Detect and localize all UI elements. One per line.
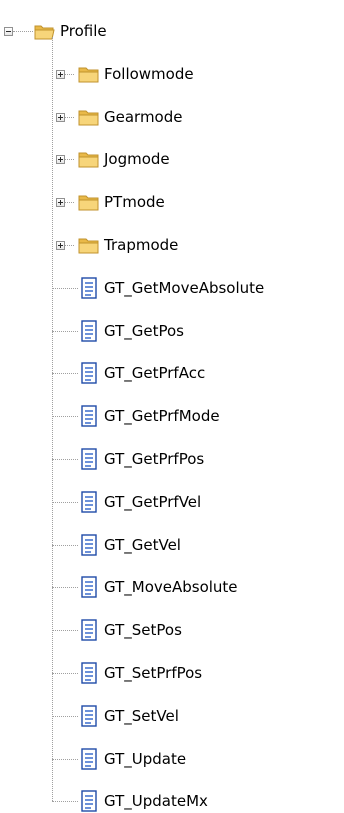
folder-icon — [78, 234, 100, 256]
tree-item-label: GT_GetPrfVel — [104, 492, 202, 511]
tree-item-label: Gearmode — [104, 107, 183, 126]
tree-item-label: GT_GetPrfPos — [104, 450, 205, 468]
tree-connector-line — [65, 159, 74, 161]
document-icon — [78, 319, 100, 342]
tree-connector-line — [65, 116, 74, 118]
tree-item-label: GT_SetPos — [104, 621, 182, 640]
document-icon — [78, 533, 100, 556]
document-icon — [78, 277, 100, 299]
expand-icon[interactable] — [56, 112, 65, 122]
tree-connector-line — [52, 37, 53, 802]
tree-item-folder[interactable]: Followmode — [78, 62, 194, 86]
tree-connector-line — [65, 202, 74, 204]
tree-connector-line — [52, 544, 78, 546]
document-icon — [78, 362, 100, 385]
document-icon — [78, 662, 100, 684]
tree-item-file[interactable]: GT_GetPrfVel — [78, 490, 201, 514]
tree-connector-line — [52, 287, 78, 289]
tree-item-file[interactable]: GT_GetPrfMode — [78, 404, 220, 428]
document-icon — [78, 619, 100, 641]
tree-connector-line — [52, 330, 78, 332]
tree-connector-line — [52, 501, 78, 503]
tree-connector-line — [52, 801, 78, 803]
tree-item-label: Trapmode — [104, 236, 179, 254]
tree-item-label: GT_MoveAbsolute — [104, 578, 238, 597]
tree-item-file[interactable]: GT_Update — [78, 747, 186, 771]
document-icon — [78, 491, 100, 513]
document-icon — [78, 747, 100, 770]
folder-icon — [78, 63, 100, 85]
tree-item-label: GT_GetVel — [104, 535, 181, 554]
tree-connector-line — [52, 673, 78, 674]
tree-item-file[interactable]: GT_SetPos — [78, 618, 182, 642]
tree-connector-line — [52, 416, 78, 418]
folder-icon — [78, 148, 100, 170]
tree-item-file[interactable]: GT_GetVel — [78, 533, 181, 557]
tree-item-file[interactable]: GT_SetVel — [78, 704, 179, 728]
tree-item-label: Jogmode — [104, 150, 170, 169]
tree-connector-line — [52, 459, 78, 460]
tree-connector-line — [65, 245, 74, 246]
tree-connector-line — [13, 31, 33, 32]
tree-item-folder[interactable]: Gearmode — [78, 105, 183, 129]
tree-item-label: GT_GetPrfAcc — [104, 364, 206, 383]
expand-icon[interactable] — [56, 155, 65, 165]
document-icon — [78, 576, 100, 599]
tree-item-folder[interactable]: PTmode — [78, 190, 165, 214]
tree-connector-line — [52, 758, 78, 760]
tree-connector-line — [52, 630, 78, 632]
expand-icon[interactable] — [56, 241, 65, 250]
document-icon — [78, 790, 100, 813]
tree-item-file[interactable]: GT_MoveAbsolute — [78, 575, 238, 599]
tree-item-file[interactable]: GT_UpdateMx — [78, 789, 208, 813]
tree-view: Profile Followmode Gearmode Jogmode PTmo… — [0, 0, 344, 813]
tree-item-folder[interactable]: Jogmode — [78, 147, 170, 171]
collapse-icon[interactable] — [4, 27, 13, 36]
tree-connector-line — [52, 715, 78, 717]
tree-connector-line — [52, 373, 78, 375]
tree-item-label: GT_GetPos — [104, 321, 184, 340]
tree-connector-line — [65, 73, 74, 75]
tree-item-file[interactable]: GT_GetPrfPos — [78, 447, 204, 471]
folder-icon — [78, 191, 100, 213]
tree-item-file[interactable]: GT_GetPos — [78, 319, 184, 343]
expand-icon[interactable] — [56, 198, 65, 208]
tree-item-folder[interactable]: Trapmode — [78, 233, 178, 257]
tree-item-label: Followmode — [104, 64, 194, 83]
expand-icon[interactable] — [56, 69, 65, 79]
document-icon — [78, 448, 100, 470]
folder-icon — [78, 106, 100, 128]
tree-item-label: GT_SetVel — [104, 706, 179, 725]
tree-item-label: PTmode — [104, 193, 165, 212]
tree-item-label: GT_Update — [104, 749, 187, 768]
tree-item-root[interactable]: Profile — [34, 19, 107, 43]
document-icon — [78, 705, 100, 727]
tree-item-label: GT_GetPrfMode — [104, 407, 220, 426]
tree-item-label: GT_SetPrfPos — [104, 664, 203, 682]
tree-item-file[interactable]: GT_SetPrfPos — [78, 661, 202, 685]
tree-item-label: GT_UpdateMx — [104, 792, 208, 811]
tree-item-label: Profile — [60, 22, 107, 40]
tree-item-file[interactable]: GT_GetMoveAbsolute — [78, 276, 264, 300]
tree-connector-line — [52, 587, 78, 589]
document-icon — [78, 405, 100, 427]
tree-item-file[interactable]: GT_GetPrfAcc — [78, 361, 205, 385]
tree-item-label: GT_GetMoveAbsolute — [104, 278, 265, 297]
